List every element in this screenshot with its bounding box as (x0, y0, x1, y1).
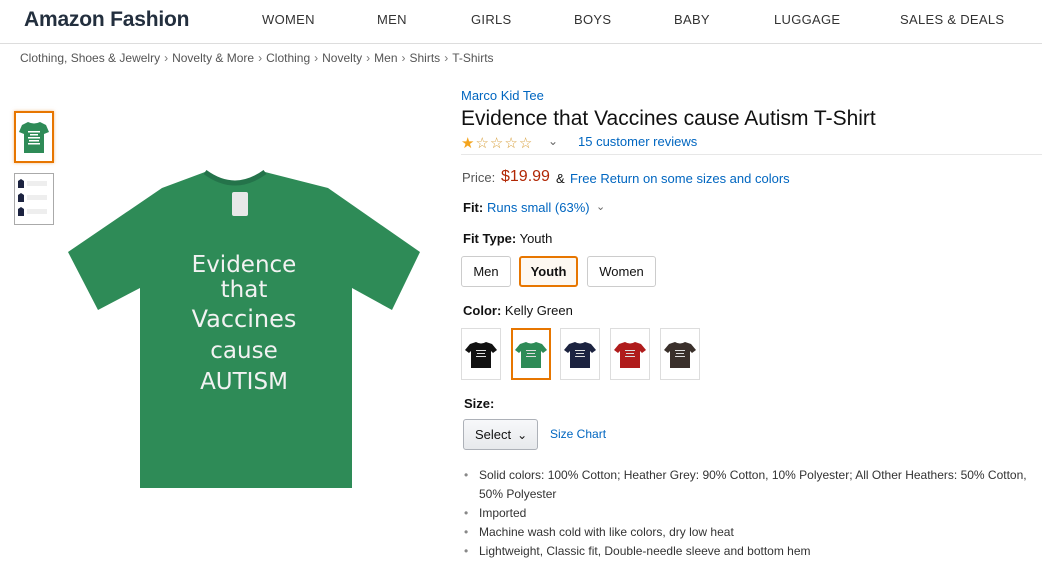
breadcrumb: Clothing, Shoes & Jewelry › Novelty & More… (20, 51, 494, 65)
color-swatch-navy[interactable] (560, 328, 600, 380)
size-label: Size: (464, 396, 495, 411)
thumbnail-front[interactable] (14, 111, 54, 163)
fit-type-youth-button[interactable]: Youth (519, 256, 578, 287)
feature-bullets: Solid colors: 100% Cotton; Heather Grey:… (463, 466, 1038, 561)
breadcrumb-separator: › (444, 51, 449, 65)
breadcrumb-item[interactable]: Novelty & More (172, 51, 254, 65)
brand-link[interactable]: Marco Kid Tee (461, 88, 544, 103)
nav-girls[interactable]: GIRLS (471, 12, 512, 27)
fit-type-label-text: Fit Type: (463, 231, 517, 246)
fit-type-value: Youth (519, 231, 553, 246)
tshirt-swatch-icon (664, 342, 696, 368)
feature-bullet: Imported (463, 504, 1038, 523)
breadcrumb-separator: › (314, 51, 319, 65)
shirt-text-line: AUTISM (200, 369, 288, 395)
nav-luggage[interactable]: LUGGAGE (774, 12, 840, 27)
shirt-text-line: Evidence (192, 252, 297, 278)
tshirt-swatch-icon (465, 342, 497, 368)
price-value: $19.99 (501, 168, 550, 185)
tshirt-variants-icon (18, 179, 47, 216)
color-label-text: Color: (463, 303, 502, 318)
star-rating[interactable]: ★☆☆☆☆ (461, 134, 533, 152)
breadcrumb-item[interactable]: Clothing, Shoes & Jewelry (20, 51, 160, 65)
product-title: Evidence that Vaccines cause Autism T-Sh… (461, 107, 876, 130)
feature-bullet: Lightweight, Classic fit, Double-needle … (463, 542, 1038, 561)
color-value: Kelly Green (504, 303, 573, 318)
fit-value-link[interactable]: Runs small (63%) (487, 200, 590, 215)
fit-type-label: Fit Type: Youth (463, 231, 552, 246)
breadcrumb-separator: › (366, 51, 371, 65)
product-main-image[interactable]: Evidence that Vaccines cause AUTISM (60, 160, 430, 500)
feature-bullet: Solid colors: 100% Cotton; Heather Grey:… (463, 466, 1038, 504)
feature-bullet: Machine wash cold with like colors, dry … (463, 523, 1038, 542)
breadcrumb-item[interactable]: T-Shirts (452, 51, 493, 65)
star-empty-icon: ☆ (475, 135, 490, 152)
breadcrumb-separator: › (258, 51, 263, 65)
color-label: Color: Kelly Green (463, 303, 573, 318)
price-label: Price: (462, 170, 496, 185)
thumbnail-colors[interactable] (14, 173, 54, 225)
fit-type-women-button[interactable]: Women (587, 256, 656, 287)
nav-sales-deals[interactable]: SALES & DEALS (900, 12, 1004, 27)
color-swatch-black[interactable] (461, 328, 501, 380)
tshirt-image: Evidence that Vaccines cause AUTISM (68, 169, 420, 488)
breadcrumb-separator: › (164, 51, 169, 65)
tshirt-swatch-icon (564, 342, 596, 368)
shirt-text-line: that (221, 277, 268, 303)
top-nav: Amazon Fashion WOMEN MEN GIRLS BOYS BABY… (0, 0, 1042, 44)
fit-label: Fit: (463, 200, 484, 215)
star-empty-icon: ☆ (489, 135, 505, 152)
chevron-down-icon[interactable]: ⌄ (596, 200, 605, 213)
divider (461, 154, 1042, 155)
price-amp: & (556, 171, 565, 186)
breadcrumb-item[interactable]: Men (374, 51, 397, 65)
customer-reviews-link[interactable]: 15 customer reviews (578, 134, 697, 149)
tshirt-swatch-icon (614, 342, 646, 368)
size-select-dropdown[interactable]: Select ⌄ (463, 419, 538, 450)
breadcrumb-item[interactable]: Shirts (410, 51, 441, 65)
color-swatch-brown[interactable] (660, 328, 700, 380)
star-empty-icon: ☆ (504, 135, 519, 152)
chevron-down-icon[interactable]: ⌄ (548, 134, 558, 148)
size-chart-link[interactable]: Size Chart (550, 427, 606, 441)
nav-baby[interactable]: BABY (674, 12, 710, 27)
color-swatch-red[interactable] (610, 328, 650, 380)
tshirt-thumbnail-icon (19, 122, 49, 153)
star-empty-icon: ☆ (518, 135, 534, 152)
chevron-down-icon: ⌄ (517, 427, 528, 442)
breadcrumb-item[interactable]: Clothing (266, 51, 310, 65)
brand-logo[interactable]: Amazon Fashion (24, 8, 189, 32)
size-select-value: Select (475, 427, 512, 442)
nav-boys[interactable]: BOYS (574, 12, 611, 27)
tshirt-swatch-icon (515, 342, 547, 368)
color-swatch-kelly-green[interactable] (511, 328, 551, 380)
breadcrumb-separator: › (401, 51, 406, 65)
breadcrumb-item[interactable]: Novelty (322, 51, 362, 65)
nav-women[interactable]: WOMEN (262, 12, 315, 27)
fit-type-men-button[interactable]: Men (461, 256, 511, 287)
star-filled-icon: ★ (461, 135, 476, 152)
nav-men[interactable]: MEN (377, 12, 407, 27)
free-return-link[interactable]: Free Return on some sizes and colors (570, 171, 790, 186)
shirt-text-line: Vaccines (192, 305, 297, 333)
shirt-text-line: cause (210, 338, 277, 364)
